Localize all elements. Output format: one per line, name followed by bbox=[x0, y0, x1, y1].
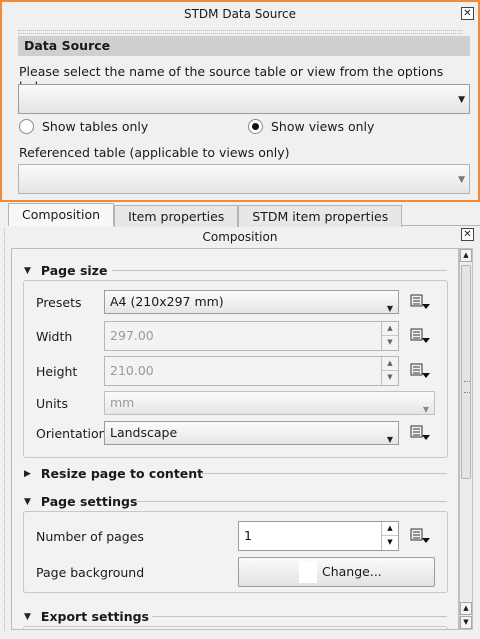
group-divider bbox=[152, 616, 447, 617]
data-defined-override-icon[interactable] bbox=[409, 326, 433, 346]
chevron-down-icon: ▼ bbox=[458, 175, 465, 185]
page-background-label: Page background bbox=[36, 565, 145, 580]
page-settings-title: Page settings bbox=[40, 494, 138, 509]
orientation-label: Orientation bbox=[36, 426, 107, 441]
dock-edge bbox=[4, 228, 5, 631]
units-label: Units bbox=[36, 396, 68, 411]
scroll-up-icon[interactable]: ▲ bbox=[460, 249, 472, 262]
close-icon[interactable]: ✕ bbox=[461, 7, 474, 20]
height-label: Height bbox=[36, 364, 78, 379]
page-size-group-header[interactable]: ▼ Page size bbox=[24, 263, 107, 278]
close-icon[interactable]: ✕ bbox=[461, 228, 474, 241]
spin-down-icon[interactable]: ▼ bbox=[382, 336, 398, 350]
spin-up-icon[interactable]: ▲ bbox=[382, 357, 398, 371]
referenced-table-label: Referenced table (applicable to views on… bbox=[19, 145, 290, 160]
orientation-combo[interactable]: Landscape ▼ bbox=[104, 421, 399, 445]
show-views-label: Show views only bbox=[271, 119, 375, 134]
tab-item-properties[interactable]: Item properties bbox=[114, 205, 239, 227]
dock-title: STDM Data Source bbox=[183, 7, 297, 21]
spin-down-icon[interactable]: ▼ bbox=[382, 371, 398, 385]
tab-stdm-item-properties[interactable]: STDM item properties bbox=[238, 205, 403, 227]
export-settings-group-header[interactable]: ▼ Export settings bbox=[24, 609, 149, 624]
referenced-table-combo[interactable]: ▼ bbox=[18, 164, 470, 194]
grip-icon bbox=[464, 381, 470, 393]
units-value: mm bbox=[110, 395, 135, 410]
triangle-down-icon: ▼ bbox=[24, 611, 31, 622]
spin-up-icon[interactable]: ▲ bbox=[382, 322, 398, 336]
data-defined-override-icon[interactable] bbox=[409, 292, 433, 312]
spin-down-icon[interactable]: ▼ bbox=[382, 536, 398, 550]
number-of-pages-spinbox[interactable]: 1 ▲ ▼ bbox=[238, 521, 399, 551]
number-of-pages-value: 1 bbox=[244, 528, 252, 543]
scroll-up-icon[interactable]: ▲ bbox=[460, 602, 472, 615]
show-tables-radio[interactable]: Show tables only bbox=[19, 119, 148, 134]
export-settings-group-box bbox=[23, 626, 448, 629]
vertical-scrollbar[interactable]: ▲ ▲ ▼ bbox=[459, 248, 473, 630]
number-of-pages-label: Number of pages bbox=[36, 529, 144, 544]
chevron-down-icon: ▼ bbox=[386, 304, 393, 313]
group-divider bbox=[112, 270, 447, 271]
page-settings-group-header[interactable]: ▼ Page settings bbox=[24, 494, 137, 509]
scrollbar-thumb[interactable] bbox=[461, 265, 471, 479]
radio-unchecked-icon bbox=[19, 119, 34, 134]
presets-value: A4 (210x297 mm) bbox=[110, 294, 224, 309]
show-tables-label: Show tables only bbox=[42, 119, 149, 134]
data-source-header: Data Source bbox=[18, 36, 470, 56]
group-divider bbox=[137, 501, 447, 502]
show-views-radio[interactable]: Show views only bbox=[248, 119, 374, 134]
chevron-down-icon: ▼ bbox=[422, 405, 429, 414]
stdm-data-source-dock: STDM Data Source ✕ Data Source Please se… bbox=[0, 0, 480, 202]
data-defined-override-icon[interactable] bbox=[409, 526, 433, 546]
triangle-right-icon: ▶ bbox=[24, 468, 31, 479]
height-value: 210.00 bbox=[110, 363, 154, 378]
spin-up-icon[interactable]: ▲ bbox=[382, 522, 398, 536]
width-spinbox[interactable]: 297.00 ▲ ▼ bbox=[104, 321, 399, 351]
presets-label: Presets bbox=[36, 295, 82, 310]
page-size-title: Page size bbox=[40, 263, 108, 278]
triangle-down-icon: ▼ bbox=[24, 265, 31, 276]
tab-composition[interactable]: Composition bbox=[8, 203, 115, 226]
composition-title: Composition bbox=[202, 230, 278, 244]
change-button-label: Change... bbox=[322, 564, 382, 579]
chevron-down-icon: ▼ bbox=[386, 435, 393, 444]
width-value: 297.00 bbox=[110, 328, 154, 343]
dock-grip[interactable] bbox=[18, 30, 462, 34]
presets-combo[interactable]: A4 (210x297 mm) ▼ bbox=[104, 290, 399, 314]
resize-page-group-header[interactable]: ▶ Resize page to content bbox=[24, 466, 203, 481]
resize-page-title: Resize page to content bbox=[40, 466, 204, 481]
units-combo[interactable]: mm ▼ bbox=[104, 391, 435, 415]
tab-bar: Composition Item properties STDM item pr… bbox=[8, 203, 403, 227]
width-label: Width bbox=[36, 329, 73, 344]
composition-panel: ▼ Page size Presets A4 (210x297 mm) ▼ Wi… bbox=[11, 248, 459, 630]
group-divider bbox=[202, 473, 447, 474]
export-settings-title: Export settings bbox=[40, 609, 149, 624]
change-background-button[interactable]: Change... bbox=[238, 557, 435, 587]
radio-checked-icon bbox=[248, 119, 263, 134]
source-table-combo[interactable]: ▼ bbox=[18, 84, 470, 114]
triangle-down-icon: ▼ bbox=[24, 496, 31, 507]
data-defined-override-icon[interactable] bbox=[409, 361, 433, 381]
orientation-value: Landscape bbox=[110, 425, 178, 440]
background-color-swatch bbox=[299, 561, 317, 583]
data-defined-override-icon[interactable] bbox=[409, 423, 433, 443]
height-spinbox[interactable]: 210.00 ▲ ▼ bbox=[104, 356, 399, 386]
scroll-down-icon[interactable]: ▼ bbox=[460, 616, 472, 629]
chevron-down-icon: ▼ bbox=[458, 95, 465, 105]
